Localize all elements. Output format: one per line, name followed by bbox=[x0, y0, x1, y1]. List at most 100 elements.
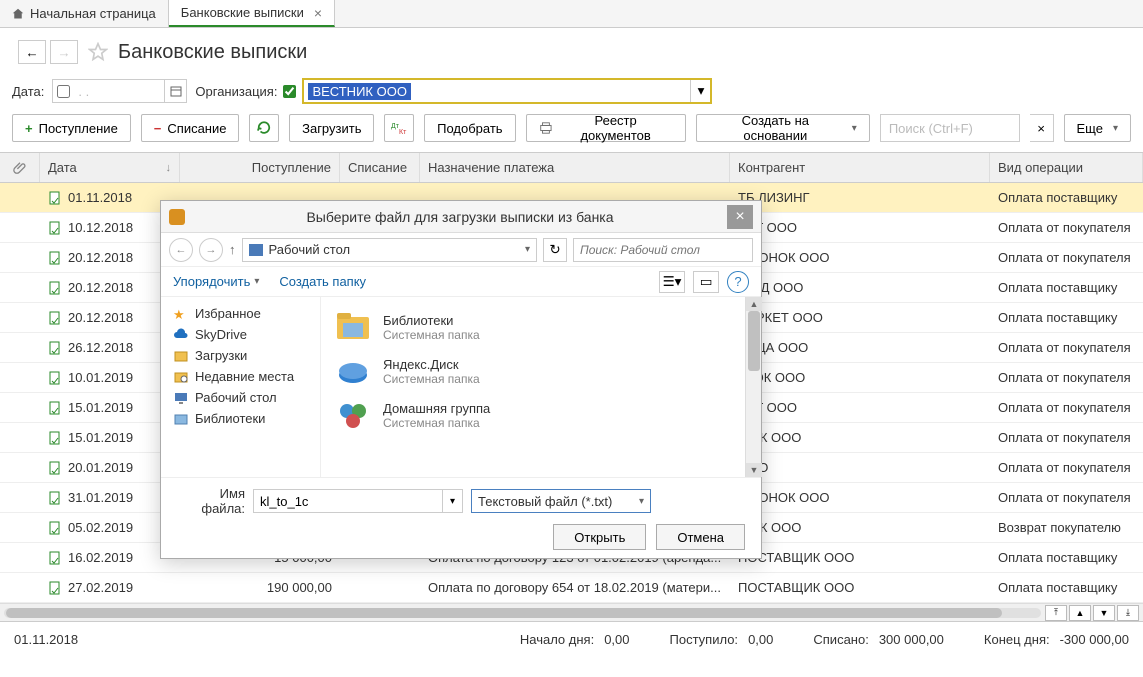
tab-bank-statements[interactable]: Банковские выписки × bbox=[169, 0, 335, 27]
cell-operation: Оплата от покупателя bbox=[990, 430, 1143, 445]
income-button[interactable]: +Поступление bbox=[12, 114, 131, 142]
toolbar: +Поступление −Списание Загрузить ДтКт По… bbox=[0, 114, 1143, 152]
dialog-forward-button[interactable]: → bbox=[199, 238, 223, 262]
org-field[interactable]: ВЕСТНИК ООО ▾ bbox=[302, 78, 712, 104]
document-icon bbox=[48, 251, 62, 265]
sidebar-item-fav[interactable]: ★Избранное bbox=[161, 303, 320, 324]
tab-home[interactable]: Начальная страница bbox=[0, 0, 169, 27]
dtkt-button[interactable]: ДтКт bbox=[384, 114, 414, 142]
registry-button[interactable]: Реестр документов bbox=[526, 114, 686, 142]
new-folder-button[interactable]: Создать папку bbox=[279, 274, 366, 289]
sidebar-item-recent[interactable]: Недавние места bbox=[161, 366, 320, 387]
help-button[interactable]: ? bbox=[727, 271, 749, 293]
col-attachment[interactable] bbox=[0, 153, 40, 182]
col-date[interactable]: Дата↓ bbox=[40, 153, 180, 182]
date-input[interactable] bbox=[74, 84, 164, 99]
search-input[interactable] bbox=[880, 114, 1020, 142]
view-mode-button[interactable]: ☰▾ bbox=[659, 271, 685, 293]
scroll-up-button[interactable]: ▲ bbox=[1069, 605, 1091, 621]
sidebar-item-sky[interactable]: SkyDrive bbox=[161, 324, 320, 345]
folder-icon bbox=[333, 397, 373, 433]
document-icon bbox=[48, 461, 62, 475]
cell-operation: Оплата от покупателя bbox=[990, 490, 1143, 505]
dialog-file-list: БиблиотекиСистемная папкаЯндекс.ДискСист… bbox=[321, 297, 745, 477]
search-clear-button[interactable]: × bbox=[1030, 114, 1054, 142]
cell-operation: Оплата от покупателя bbox=[990, 400, 1143, 415]
cell-date: 01.11.2018 bbox=[40, 190, 180, 205]
expense-button[interactable]: −Списание bbox=[141, 114, 240, 142]
app-icon bbox=[169, 209, 185, 225]
document-icon bbox=[48, 401, 62, 415]
sidebar-item-lib[interactable]: Библиотеки bbox=[161, 408, 320, 429]
status-in-value: 0,00 bbox=[748, 632, 773, 647]
scroll-top-button[interactable]: ⤒ bbox=[1045, 605, 1067, 621]
calendar-button[interactable] bbox=[164, 80, 186, 102]
load-button[interactable]: Загрузить bbox=[289, 114, 374, 142]
document-icon bbox=[48, 341, 62, 355]
close-icon[interactable]: × bbox=[314, 5, 322, 21]
date-filter-checkbox[interactable] bbox=[57, 85, 70, 98]
document-icon bbox=[48, 371, 62, 385]
filename-input[interactable] bbox=[253, 489, 443, 513]
home-icon bbox=[12, 8, 24, 20]
dialog-refresh-button[interactable]: ↻ bbox=[543, 238, 567, 262]
document-icon bbox=[48, 431, 62, 445]
pick-button[interactable]: Подобрать bbox=[424, 114, 515, 142]
dialog-back-button[interactable]: ← bbox=[169, 238, 193, 262]
status-end-value: -300 000,00 bbox=[1060, 632, 1129, 647]
file-item[interactable]: БиблиотекиСистемная папка bbox=[325, 305, 741, 349]
chevron-down-icon: ▾ bbox=[1113, 123, 1118, 134]
col-income[interactable]: Поступление bbox=[180, 153, 340, 182]
cell-date: 10.01.2019 bbox=[40, 370, 180, 385]
sky-icon bbox=[173, 328, 189, 342]
org-value: ВЕСТНИК ООО bbox=[308, 83, 411, 100]
col-contragent[interactable]: Контрагент bbox=[730, 153, 990, 182]
tab-bank-label: Банковские выписки bbox=[181, 5, 304, 20]
chevron-down-icon[interactable]: ▾ bbox=[525, 244, 530, 255]
col-expense[interactable]: Списание bbox=[340, 153, 420, 182]
scroll-bottom-button[interactable]: ⤓ bbox=[1117, 605, 1139, 621]
cell-operation: Оплата поставщику bbox=[990, 580, 1143, 595]
cell-operation: Оплата поставщику bbox=[990, 280, 1143, 295]
col-description[interactable]: Назначение платежа bbox=[420, 153, 730, 182]
filetype-select[interactable]: Текстовый файл (*.txt) ▾ bbox=[471, 489, 651, 513]
create-based-button[interactable]: Создать на основании▾ bbox=[696, 114, 870, 142]
sidebar-item-desk[interactable]: Рабочий стол bbox=[161, 387, 320, 408]
scroll-down-icon[interactable]: ▼ bbox=[746, 463, 762, 477]
dl-icon bbox=[173, 349, 189, 363]
file-open-dialog: Выберите файл для загрузки выписки из ба… bbox=[160, 200, 762, 559]
refresh-button[interactable] bbox=[249, 114, 279, 142]
path-input[interactable]: Рабочий стол ▾ bbox=[242, 238, 538, 262]
favorite-icon[interactable] bbox=[88, 42, 108, 62]
svg-text:Кт: Кт bbox=[399, 129, 407, 135]
forward-button[interactable]: → bbox=[50, 40, 78, 64]
cell-operation: Оплата поставщику bbox=[990, 550, 1143, 565]
org-dropdown-button[interactable]: ▾ bbox=[690, 80, 710, 102]
fav-icon: ★ bbox=[173, 307, 189, 321]
back-button[interactable]: ← bbox=[18, 40, 46, 64]
table-row[interactable]: 27.02.2019190 000,00Оплата по договору 6… bbox=[0, 573, 1143, 603]
dialog-search-input[interactable] bbox=[573, 238, 753, 262]
col-operation[interactable]: Вид операции bbox=[990, 153, 1143, 182]
organize-button[interactable]: Упорядочить ▾ bbox=[173, 274, 259, 289]
file-item[interactable]: Яндекс.ДискСистемная папка bbox=[325, 349, 741, 393]
more-button[interactable]: Еще▾ bbox=[1064, 114, 1131, 142]
scroll-down-button[interactable]: ▼ bbox=[1093, 605, 1115, 621]
scroll-up-icon[interactable]: ▲ bbox=[746, 297, 762, 311]
sidebar-item-dl[interactable]: Загрузки bbox=[161, 345, 320, 366]
dialog-close-button[interactable]: × bbox=[727, 205, 753, 229]
horizontal-scrollbar[interactable]: ⤒ ▲ ▼ ⤓ bbox=[0, 603, 1143, 621]
cancel-button[interactable]: Отмена bbox=[656, 524, 745, 550]
cell-date: 15.01.2019 bbox=[40, 400, 180, 415]
open-button[interactable]: Открыть bbox=[553, 524, 646, 550]
up-arrow-icon[interactable]: ↑ bbox=[229, 242, 236, 257]
dialog-title: Выберите файл для загрузки выписки из ба… bbox=[193, 209, 727, 225]
dialog-scrollbar[interactable]: ▲ ▼ bbox=[745, 297, 761, 477]
preview-pane-button[interactable]: ▭ bbox=[693, 271, 719, 293]
org-filter-checkbox[interactable] bbox=[283, 85, 296, 98]
status-date: 01.11.2018 bbox=[14, 632, 78, 647]
cell-contragent: ИАРКЕТ ООО bbox=[730, 310, 990, 325]
file-item[interactable]: Домашняя группаСистемная папка bbox=[325, 393, 741, 437]
filename-dropdown-button[interactable]: ▾ bbox=[443, 489, 463, 513]
dtkt-icon: ДтКт bbox=[391, 121, 407, 135]
